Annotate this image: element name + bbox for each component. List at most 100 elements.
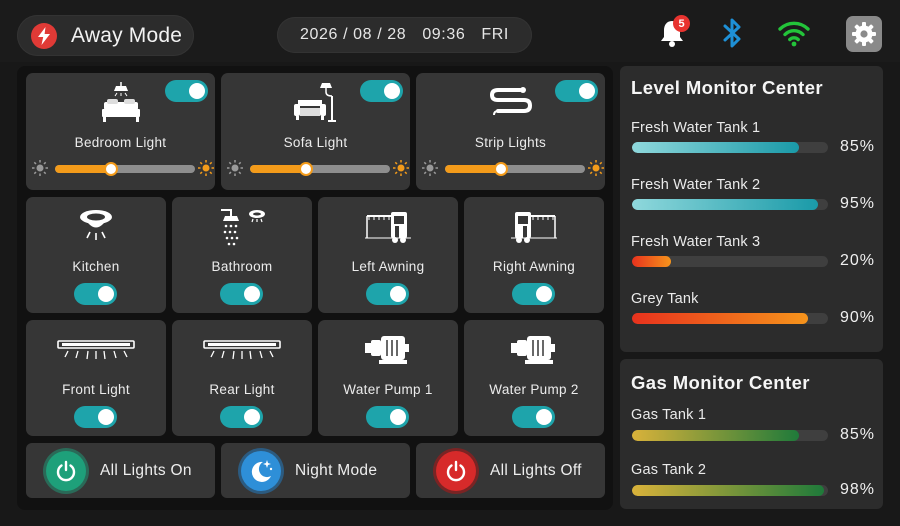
all-lights-on-button[interactable]: All Lights On: [26, 443, 215, 498]
date-time-display: 2026 / 08 / 28 09:36 FRI: [277, 17, 532, 53]
switch-card-right-awning[interactable]: Right Awning: [464, 197, 604, 313]
switch-card-bathroom[interactable]: Bathroom: [172, 197, 312, 313]
bright-sun-icon: [393, 160, 409, 176]
power-icon: [46, 450, 86, 491]
switch-label: Right Awning: [492, 259, 576, 274]
dimmer-card-sofa-light[interactable]: Sofa Light: [221, 73, 410, 190]
switch-label: Front Light: [62, 382, 130, 397]
lightning-icon: [31, 22, 57, 49]
awning-left-icon: [318, 210, 458, 244]
gas-monitor-title: Gas Monitor Center: [631, 372, 810, 393]
gear-icon: [852, 22, 876, 46]
switch-label: Left Awning: [351, 259, 425, 274]
tank-level-bar: [632, 199, 828, 210]
water-pump-1-toggle[interactable]: [366, 406, 409, 428]
bedroom-light-brightness-slider[interactable]: [32, 158, 214, 178]
action-label: All Lights On: [100, 461, 192, 479]
tank-level-bar: [632, 142, 828, 153]
light-bar-icon: [26, 338, 166, 362]
brightness-thumb[interactable]: [299, 162, 313, 176]
brightness-thumb[interactable]: [494, 162, 508, 176]
night-mode-button[interactable]: Night Mode: [221, 443, 410, 498]
bright-sun-icon: [198, 160, 214, 176]
level-monitor-title: Level Monitor Center: [631, 77, 823, 98]
time-text: 09:36: [422, 26, 466, 43]
strip-lights-brightness-slider[interactable]: [422, 158, 604, 178]
tank-name: Fresh Water Tank 3: [631, 234, 761, 250]
strip-light-icon: [416, 85, 605, 121]
action-label: Night Mode: [295, 461, 378, 479]
switch-card-water-pump-1[interactable]: Water Pump 1: [318, 320, 458, 436]
switch-card-kitchen[interactable]: Kitchen: [26, 197, 166, 313]
dimmer-card-strip-lights[interactable]: Strip Lights: [416, 73, 605, 190]
tank-level-bar: [632, 313, 828, 324]
switch-label: Bathroom: [211, 259, 273, 274]
front-light-toggle[interactable]: [74, 406, 117, 428]
gas-tank-name: Gas Tank 2: [631, 462, 707, 478]
all-lights-off-button[interactable]: All Lights Off: [416, 443, 605, 498]
gas-level-bar: [632, 430, 828, 441]
bright-sun-icon: [588, 160, 604, 176]
gas-level-value: 98%: [839, 481, 875, 498]
light-bar-icon: [172, 338, 312, 362]
tank-level-value: 20%: [839, 252, 875, 269]
shower-icon: [172, 206, 312, 248]
dimmer-label: Sofa Light: [283, 135, 348, 150]
kitchen-toggle[interactable]: [74, 283, 117, 305]
tank-name: Fresh Water Tank 2: [631, 177, 761, 193]
settings-button[interactable]: [846, 16, 882, 52]
gas-monitor-panel: Gas Monitor Center Gas Tank 1 85% Gas Ta…: [620, 359, 883, 509]
gas-level-value: 85%: [839, 426, 875, 443]
dimmer-card-bedroom-light[interactable]: Bedroom Light: [26, 73, 215, 190]
switch-card-water-pump-2[interactable]: Water Pump 2: [464, 320, 604, 436]
date-text: 2026 / 08 / 28: [300, 26, 407, 43]
dimmer-label: Strip Lights: [474, 135, 547, 150]
right-awning-toggle[interactable]: [512, 283, 555, 305]
tank-name: Grey Tank: [631, 291, 699, 307]
switch-label: Rear Light: [209, 382, 275, 397]
brightness-fill: [55, 165, 111, 173]
switch-card-left-awning[interactable]: Left Awning: [318, 197, 458, 313]
sofa-light-brightness-slider[interactable]: [227, 158, 409, 178]
weekday-text: FRI: [481, 26, 509, 43]
pump-icon: [318, 332, 458, 366]
top-bar: Away Mode 2026 / 08 / 28 09:36 FRI 5: [0, 0, 900, 62]
bluetooth-icon: [723, 18, 741, 48]
rear-light-toggle[interactable]: [220, 406, 263, 428]
gas-level-bar: [632, 485, 828, 496]
water-pump-2-toggle[interactable]: [512, 406, 555, 428]
wifi-button[interactable]: [777, 15, 811, 51]
notifications-button[interactable]: 5: [655, 15, 690, 51]
bed-lamp-icon: [26, 82, 215, 124]
switch-card-front-light[interactable]: Front Light: [26, 320, 166, 436]
power-icon: [436, 450, 476, 491]
moon-stars-icon: [241, 450, 281, 491]
tank-name: Fresh Water Tank 1: [631, 120, 761, 136]
ceiling-light-icon: [26, 208, 166, 246]
tank-level-value: 95%: [839, 195, 875, 212]
switch-label: Kitchen: [72, 259, 120, 274]
action-label: All Lights Off: [490, 461, 582, 479]
bluetooth-button[interactable]: [716, 15, 750, 51]
brightness-fill: [445, 165, 501, 173]
left-awning-toggle[interactable]: [366, 283, 409, 305]
wifi-icon: [778, 21, 810, 47]
dim-sun-icon: [422, 160, 438, 176]
brightness-thumb[interactable]: [104, 162, 118, 176]
gas-tank-name: Gas Tank 1: [631, 407, 707, 423]
switch-label: Water Pump 2: [489, 382, 579, 397]
dim-sun-icon: [32, 160, 48, 176]
tank-level-bar: [632, 256, 828, 267]
level-monitor-panel: Level Monitor Center Fresh Water Tank 1 …: [620, 66, 883, 352]
mode-label: Away Mode: [71, 23, 183, 47]
sofa-lamp-icon: [221, 82, 410, 124]
awning-right-icon: [464, 210, 604, 244]
switch-label: Water Pump 1: [343, 382, 433, 397]
tank-level-value: 85%: [839, 138, 875, 155]
dimmer-label: Bedroom Light: [74, 135, 167, 150]
switch-card-rear-light[interactable]: Rear Light: [172, 320, 312, 436]
notification-badge: 5: [673, 15, 690, 32]
mode-selector[interactable]: Away Mode: [17, 15, 194, 56]
pump-icon: [464, 332, 604, 366]
bathroom-toggle[interactable]: [220, 283, 263, 305]
